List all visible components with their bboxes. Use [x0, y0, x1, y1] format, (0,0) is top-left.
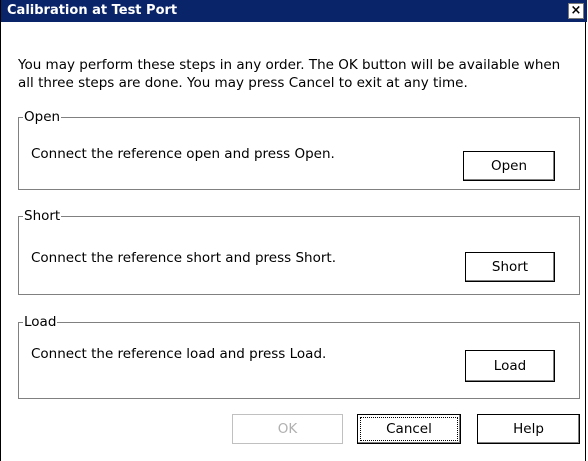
dialog-title: Calibration at Test Port — [7, 3, 178, 18]
open-instruction: Connect the reference open and press Ope… — [31, 146, 335, 162]
short-instruction: Connect the reference short and press Sh… — [31, 250, 336, 266]
short-button[interactable]: Short — [465, 252, 555, 282]
help-button[interactable]: Help — [477, 414, 580, 444]
calibration-dialog: Calibration at Test Port × You may perfo… — [0, 0, 587, 461]
open-button-label: Open — [490, 158, 528, 174]
open-group-legend: Open — [23, 109, 62, 125]
title-bar[interactable]: Calibration at Test Port × — [1, 0, 587, 22]
load-button-label: Load — [493, 358, 527, 374]
open-group: Open Connect the reference open and pres… — [18, 109, 580, 190]
load-group: Load Connect the reference load and pres… — [18, 314, 580, 399]
ok-button[interactable]: OK — [232, 414, 343, 444]
open-button[interactable]: Open — [463, 151, 555, 181]
load-instruction: Connect the reference load and press Loa… — [31, 346, 327, 362]
close-button[interactable]: × — [568, 3, 584, 19]
intro-text: You may perform these steps in any order… — [18, 57, 561, 91]
close-icon: × — [570, 3, 582, 18]
cancel-button[interactable]: Cancel — [357, 414, 461, 444]
load-button[interactable]: Load — [465, 350, 555, 382]
short-group: Short Connect the reference short and pr… — [18, 208, 580, 295]
short-group-legend: Short — [23, 208, 62, 224]
help-button-label: Help — [513, 421, 544, 437]
ok-button-label: OK — [277, 421, 298, 437]
load-group-legend: Load — [23, 314, 58, 330]
short-button-label: Short — [491, 259, 529, 275]
focus-ring — [360, 417, 458, 441]
